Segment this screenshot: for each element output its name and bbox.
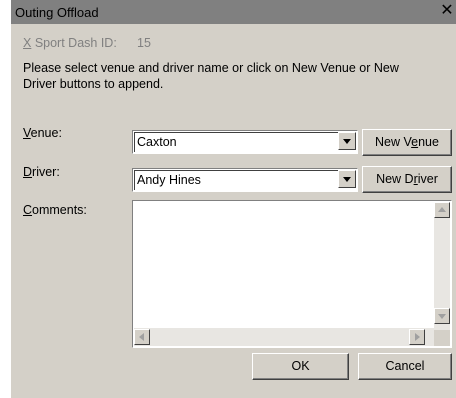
window-title: Outing Offload (15, 5, 99, 20)
outing-offload-dialog: Outing Offload ✕ X Sport Dash ID: 15 Ple… (10, 0, 456, 398)
scroll-up-arrow-icon (438, 207, 446, 212)
driver-label-accesskey: D (23, 165, 33, 179)
ok-button[interactable]: OK (252, 353, 349, 380)
sport-dash-label: Sport Dash ID: (31, 36, 117, 50)
instructions-line-2: Driver buttons to append. (23, 77, 164, 91)
title-bar[interactable]: Outing Offload ✕ (11, 0, 456, 24)
scroll-right-button[interactable] (409, 329, 425, 345)
scroll-right-arrow-icon (415, 333, 420, 341)
venue-label: Venue: (23, 126, 62, 140)
close-icon[interactable]: ✕ (438, 2, 456, 20)
comments-horizontal-scrollbar[interactable] (134, 328, 434, 346)
sport-dash-id-value: 15 (137, 36, 151, 50)
comments-vertical-scrollbar[interactable] (434, 202, 450, 330)
comments-textarea[interactable] (132, 200, 452, 348)
new-venue-button[interactable]: New Venue (362, 129, 452, 156)
driver-select[interactable]: Andy Hines (132, 168, 358, 192)
chevron-down-icon (343, 139, 351, 144)
venue-dropdown-button[interactable] (338, 132, 356, 150)
new-venue-label-pre: New V (375, 135, 412, 149)
scroll-up-button[interactable] (434, 202, 450, 218)
instructions-line-1: Please select venue and driver name or c… (23, 61, 399, 75)
driver-label: Driver: (23, 165, 60, 179)
chevron-down-icon (343, 177, 351, 182)
new-venue-label-post: nue (418, 135, 439, 149)
comments-label-accesskey: C (23, 203, 33, 217)
cancel-button[interactable]: Cancel (358, 353, 452, 380)
sport-dash-id-row: X Sport Dash ID: (23, 36, 117, 50)
scroll-down-button[interactable] (434, 308, 450, 324)
venue-select[interactable]: Caxton (132, 130, 358, 154)
driver-dropdown-button[interactable] (338, 170, 356, 188)
comments-label-text: omments: (32, 203, 87, 217)
new-driver-button[interactable]: New Driver (362, 166, 452, 193)
venue-label-text: enue: (30, 126, 62, 140)
scroll-down-arrow-icon (438, 314, 446, 319)
driver-select-value: Andy Hines (137, 173, 201, 187)
scroll-left-button[interactable] (134, 329, 150, 345)
driver-label-text: river: (32, 165, 60, 179)
scroll-left-arrow-icon (139, 333, 144, 341)
new-driver-label-post: iver (417, 172, 438, 186)
venue-label-accesskey: V (23, 126, 31, 140)
scrollbar-corner (434, 330, 450, 346)
venue-select-value: Caxton (137, 135, 177, 149)
comments-label: Comments: (23, 203, 87, 217)
new-driver-label-pre: New D (376, 172, 414, 186)
